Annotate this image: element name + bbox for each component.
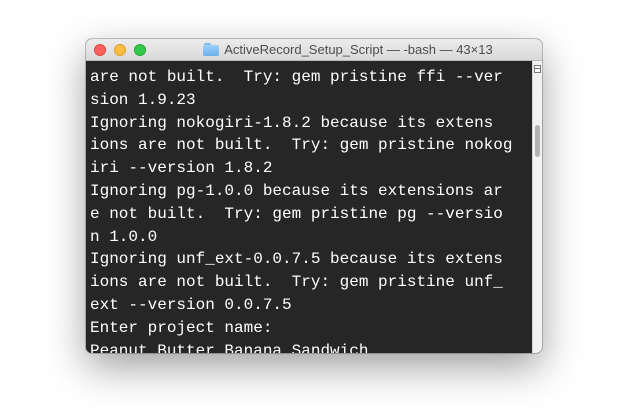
terminal-line: iri --version 1.8.2 — [90, 159, 273, 178]
terminal-input-line: Peanut_Butter_Banana_Sandwich — [90, 341, 369, 353]
terminal-line: Ignoring unf_ext-0.0.7.5 because its ext… — [90, 250, 503, 269]
terminal-line: Ignoring nokogiri-1.8.2 because its exte… — [90, 113, 494, 132]
window-title: ActiveRecord_Setup_Script — -bash — 43×1… — [224, 42, 493, 57]
terminal-line: sion 1.9.23 — [90, 90, 196, 109]
split-pane-icon[interactable] — [534, 65, 541, 73]
terminal-line: ext --version 0.0.7.5 — [90, 295, 292, 314]
terminal-line: e not built. Try: gem pristine pg --vers… — [90, 204, 503, 223]
terminal-line: Ignoring pg-1.0.0 because its extensions… — [90, 181, 503, 200]
close-button[interactable] — [94, 44, 106, 56]
minimize-button[interactable] — [114, 44, 126, 56]
terminal-line: Enter project name: — [90, 318, 273, 337]
scrollbar-thumb[interactable] — [535, 125, 540, 157]
terminal-line: are not built. Try: gem pristine ffi --v… — [90, 68, 503, 86]
terminal-output[interactable]: are not built. Try: gem pristine ffi --v… — [86, 61, 532, 353]
terminal-line: ions are not built. Try: gem pristine no… — [90, 136, 513, 155]
folder-icon — [203, 43, 220, 56]
window-title-group: ActiveRecord_Setup_Script — -bash — 43×1… — [162, 42, 534, 58]
vertical-scrollbar[interactable] — [532, 61, 542, 353]
zoom-button[interactable] — [134, 44, 146, 56]
title-bar[interactable]: ActiveRecord_Setup_Script — -bash — 43×1… — [86, 39, 542, 61]
terminal-line: ions are not built. Try: gem pristine un… — [90, 273, 503, 292]
terminal-window: ActiveRecord_Setup_Script — -bash — 43×1… — [86, 39, 542, 353]
terminal-line: n 1.0.0 — [90, 227, 158, 246]
